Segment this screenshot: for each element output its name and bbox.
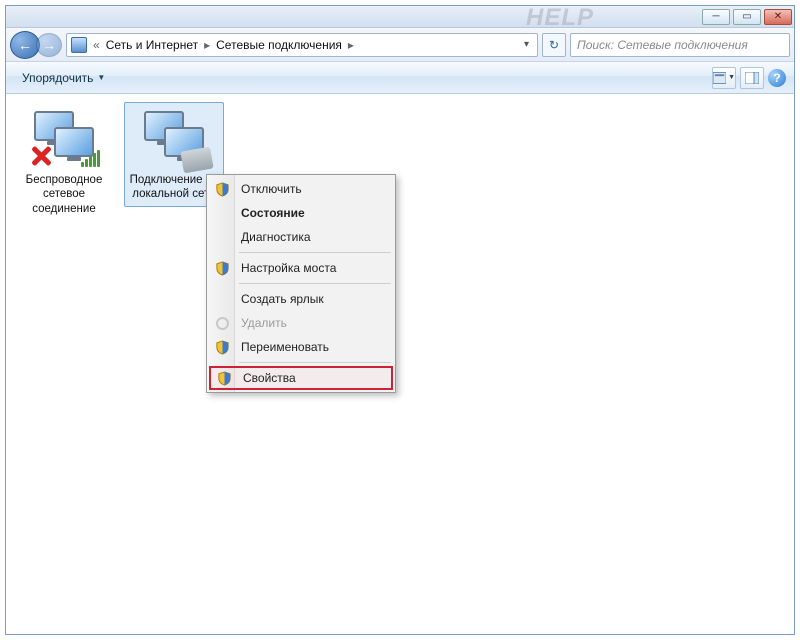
command-bar: Упорядочить ▼ ▼ ? <box>6 62 794 94</box>
breadcrumb-chevron-icon: « <box>93 38 100 52</box>
breadcrumb-network[interactable]: Сеть и Интернет <box>106 38 198 52</box>
search-input[interactable]: Поиск: Сетевые подключения <box>570 33 790 57</box>
help-button[interactable]: ? <box>768 69 786 87</box>
organize-button[interactable]: Упорядочить ▼ <box>14 67 113 89</box>
ctx-label: Отключить <box>241 182 302 196</box>
connection-label: Беспроводное сетевое соединение <box>19 173 109 216</box>
view-mode-button[interactable]: ▼ <box>712 67 736 89</box>
content-area: Беспроводное сетевое соединение Подключе… <box>6 94 794 634</box>
ctx-label: Диагностика <box>241 230 311 244</box>
ctx-diagnose[interactable]: Диагностика <box>209 225 393 249</box>
ctx-create-shortcut[interactable]: Создать ярлык <box>209 287 393 311</box>
refresh-button[interactable]: ↻ <box>542 33 566 57</box>
shield-icon <box>215 182 230 197</box>
close-button[interactable]: ✕ <box>764 9 792 25</box>
chevron-down-icon: ▼ <box>97 73 105 82</box>
ctx-label: Удалить <box>241 316 287 330</box>
signal-bars-icon <box>81 150 100 167</box>
ethernet-plug-icon <box>180 147 213 174</box>
maximize-button[interactable]: ▭ <box>733 9 761 25</box>
ctx-status[interactable]: Состояние <box>209 201 393 225</box>
ctx-properties[interactable]: Свойства <box>209 366 393 390</box>
ctx-bridge[interactable]: Настройка моста <box>209 256 393 280</box>
ctx-delete: Удалить <box>209 311 393 335</box>
menu-separator <box>239 283 391 284</box>
preview-pane-button[interactable] <box>740 67 764 89</box>
context-menu: Отключить Состояние Диагностика Настройк… <box>206 174 396 393</box>
address-bar[interactable]: « Сеть и Интернет ▸ Сетевые подключения … <box>66 33 538 57</box>
breadcrumb-connections[interactable]: Сетевые подключения <box>216 38 342 52</box>
forward-button[interactable]: → <box>36 33 62 57</box>
nav-bar: ← → « Сеть и Интернет ▸ Сетевые подключе… <box>6 28 794 62</box>
ctx-rename[interactable]: Переименовать <box>209 335 393 359</box>
title-bar: HELP ─ ▭ ✕ <box>6 6 794 28</box>
breadcrumb-chevron-icon: ▸ <box>204 38 210 52</box>
breadcrumb-chevron-icon: ▸ <box>348 38 354 52</box>
minimize-button[interactable]: ─ <box>702 9 730 25</box>
explorer-window: HELP ─ ▭ ✕ ← → « Сеть и Интернет ▸ Сетев… <box>5 5 795 635</box>
menu-separator <box>239 362 391 363</box>
shield-icon <box>215 340 230 355</box>
ctx-label: Переименовать <box>241 340 329 354</box>
chevron-down-icon: ▼ <box>728 74 735 81</box>
ctx-label: Свойства <box>243 371 296 385</box>
location-icon <box>71 37 87 53</box>
ctx-label: Состояние <box>241 206 305 220</box>
ctx-label: Настройка моста <box>241 261 336 275</box>
watermark-text: HELP <box>526 4 594 32</box>
menu-separator <box>239 252 391 253</box>
address-dropdown-icon[interactable]: ▾ <box>520 39 533 50</box>
organize-label: Упорядочить <box>22 71 93 85</box>
wireless-connection-icon <box>28 107 100 169</box>
shield-icon <box>215 261 230 276</box>
ctx-disable[interactable]: Отключить <box>209 177 393 201</box>
delete-icon <box>216 317 229 330</box>
disabled-x-icon <box>28 143 54 169</box>
shield-icon <box>217 371 232 386</box>
search-placeholder: Поиск: Сетевые подключения <box>577 38 748 52</box>
connection-wireless[interactable]: Беспроводное сетевое соединение <box>14 102 114 221</box>
lan-connection-icon <box>138 107 210 169</box>
ctx-label: Создать ярлык <box>241 292 324 306</box>
